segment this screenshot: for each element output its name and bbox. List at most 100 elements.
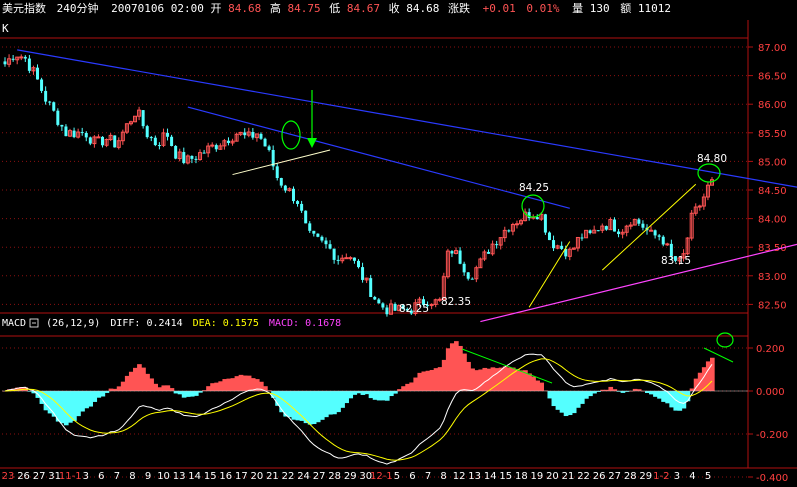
candle-body-down xyxy=(466,272,470,279)
candle-body-down xyxy=(352,257,356,261)
macd-params: (26,12,9) xyxy=(46,318,100,329)
candle-body-down xyxy=(157,145,161,147)
macd-value-label: MACD: xyxy=(269,318,299,329)
x-axis-label: 20 xyxy=(546,471,559,482)
macd-histogram-bar xyxy=(218,381,224,391)
macd-histogram-bar xyxy=(519,370,524,391)
candle-body-down xyxy=(458,250,462,264)
chart-canvas[interactable]: 美元指数 240分钟 20070106 02:00 开 84.68 高 84.7… xyxy=(0,0,797,484)
channel-line xyxy=(232,149,331,176)
candle-body-down xyxy=(291,188,295,202)
trend-line-secondary xyxy=(187,106,570,209)
x-axis-label: 15 xyxy=(204,471,217,482)
volume-label: 量 xyxy=(572,2,583,15)
x-axis-label: 22 xyxy=(577,471,590,482)
macd-header: MACD (26,12,9) DIFF: 0.2414 DEA: 0.1575 … xyxy=(2,318,341,329)
macd-histogram-bar xyxy=(108,388,114,391)
x-axis-label: 27 xyxy=(313,471,326,482)
x-axis-label: 6 xyxy=(98,471,104,482)
x-axis-label: 4 xyxy=(689,471,695,482)
price-tick-label: 87.00 xyxy=(758,43,787,54)
macd-histogram-bar xyxy=(165,385,171,391)
support-line xyxy=(480,243,797,323)
macd-histogram-bar xyxy=(206,386,211,391)
macd-histogram-bar xyxy=(510,367,516,391)
candle-body-down xyxy=(44,90,48,102)
candle-body-down xyxy=(661,236,665,245)
x-axis-label: 15 xyxy=(499,471,512,482)
candle-body-down xyxy=(259,133,263,139)
candle-body-down xyxy=(113,135,117,148)
candle-body-down xyxy=(226,140,230,143)
macd-histogram-bar xyxy=(413,377,419,391)
open-label: 开 xyxy=(210,2,221,15)
candle-body-up xyxy=(96,136,101,139)
candle-body-down xyxy=(182,152,186,163)
candle-body-down xyxy=(283,185,287,191)
macd-histogram-bar xyxy=(76,391,81,417)
macd-histogram-bar xyxy=(567,391,573,416)
price-tick-label: 84.50 xyxy=(758,186,787,197)
candle-body-down xyxy=(361,267,365,280)
change-value: +0.01 xyxy=(483,2,516,15)
macd-histogram-bar xyxy=(588,391,593,397)
candle-body-down xyxy=(251,132,255,138)
macd-histogram-bar xyxy=(368,391,374,399)
candle-body-down xyxy=(393,303,397,311)
candle-body-down xyxy=(263,138,267,147)
price-panel-label: K xyxy=(2,22,9,35)
candle-body-down xyxy=(141,110,145,127)
candle-body-down xyxy=(637,219,641,224)
candle-body-up xyxy=(665,243,670,246)
period-label: 240分钟 xyxy=(57,1,99,15)
candle-body-down xyxy=(149,137,153,139)
x-axis-label: 3 xyxy=(674,471,680,482)
macd-histogram-bar xyxy=(352,391,358,395)
x-axis-label: 10 xyxy=(157,471,170,482)
macd-histogram-bar xyxy=(405,383,410,391)
candle-body-down xyxy=(381,303,385,308)
macd-histogram-bar xyxy=(291,391,297,420)
change-label: 涨跌 xyxy=(448,1,470,15)
candle-body-down xyxy=(40,79,44,91)
macd-histogram-bar xyxy=(571,391,577,414)
macd-histogram-bar xyxy=(173,391,179,394)
macd-histogram-bar xyxy=(157,387,163,391)
candlestick-series xyxy=(3,54,714,317)
x-axis-label: 8 xyxy=(129,471,135,482)
candle-body-down xyxy=(60,124,64,127)
macd-histogram-bar xyxy=(72,391,77,421)
macd-histogram-bar xyxy=(649,391,654,395)
x-axis-label: 29 xyxy=(344,471,357,482)
macd-histogram-bar xyxy=(506,367,512,391)
macd-histogram-bar xyxy=(620,391,626,393)
candle-body-down xyxy=(267,146,271,150)
rise-line-1 xyxy=(528,241,571,308)
trend-line-main xyxy=(17,49,797,188)
price-tick-label: 86.50 xyxy=(758,72,787,83)
x-axis-label: 13 xyxy=(468,471,481,482)
x-axis-label: 17 xyxy=(235,471,248,482)
macd-histogram-bar xyxy=(661,391,666,402)
candle-body-down xyxy=(462,263,466,273)
x-axis-label: 21 xyxy=(562,471,575,482)
price-tick-label: 82.50 xyxy=(758,300,787,311)
macd-histogram-bar xyxy=(644,391,650,393)
candle-body-down xyxy=(101,136,105,146)
macd-histogram-bar xyxy=(120,381,126,391)
candle-body-up xyxy=(697,205,702,208)
macd-histogram-bar xyxy=(104,391,110,393)
price-tick-label: 83.00 xyxy=(758,272,787,283)
macd-histogram-bar xyxy=(88,391,93,407)
macd-histogram-bar xyxy=(328,391,333,415)
candle-body-down xyxy=(190,155,194,159)
x-axis-label: 14 xyxy=(484,471,497,482)
x-axis-label: 16 xyxy=(219,471,232,482)
macd-histogram-bar xyxy=(364,391,370,395)
candle-body-up xyxy=(344,257,349,260)
price-annotation-label: 84.80 xyxy=(697,153,727,165)
macd-histogram-bar xyxy=(441,359,447,391)
close-label: 收 xyxy=(389,1,400,15)
candle-body-down xyxy=(495,244,499,246)
macd-histogram-bar xyxy=(116,386,122,391)
